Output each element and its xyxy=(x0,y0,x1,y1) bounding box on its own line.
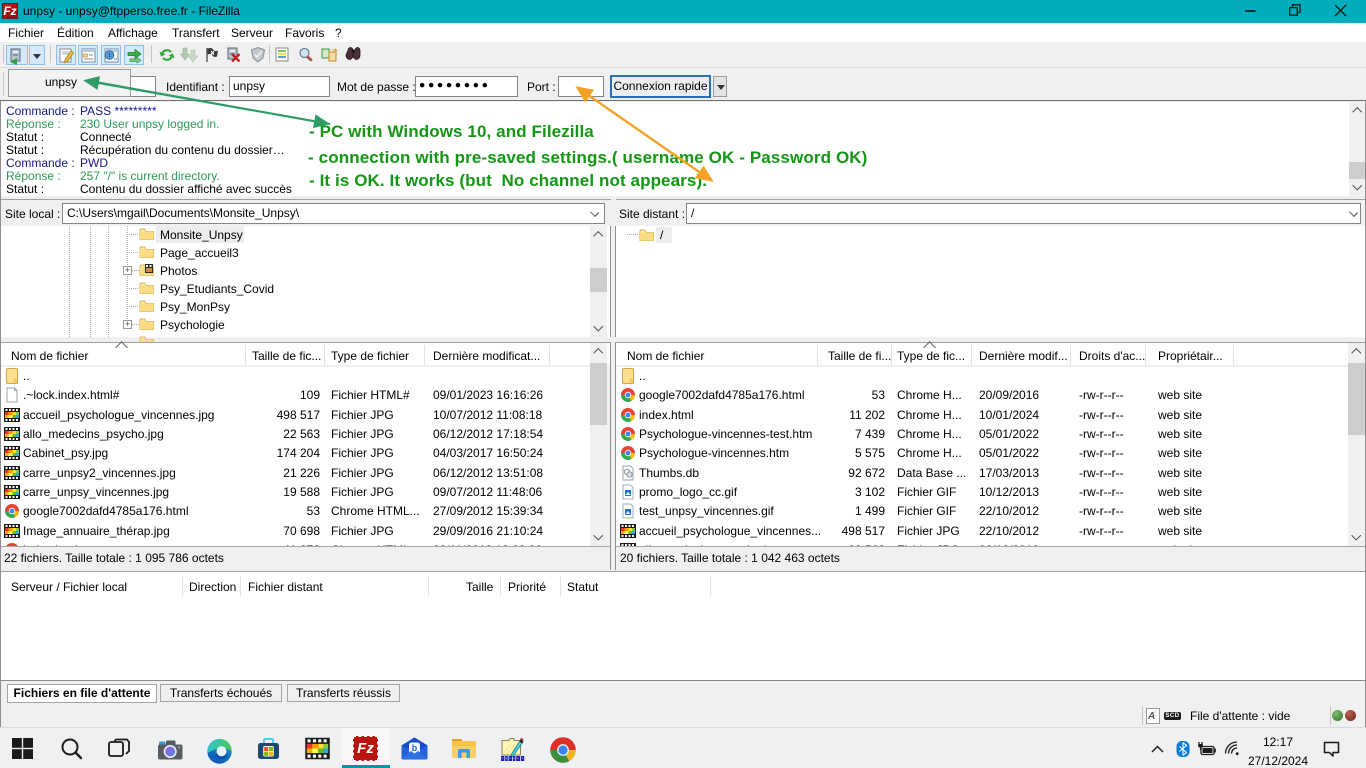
svg-text:b: b xyxy=(412,743,418,753)
